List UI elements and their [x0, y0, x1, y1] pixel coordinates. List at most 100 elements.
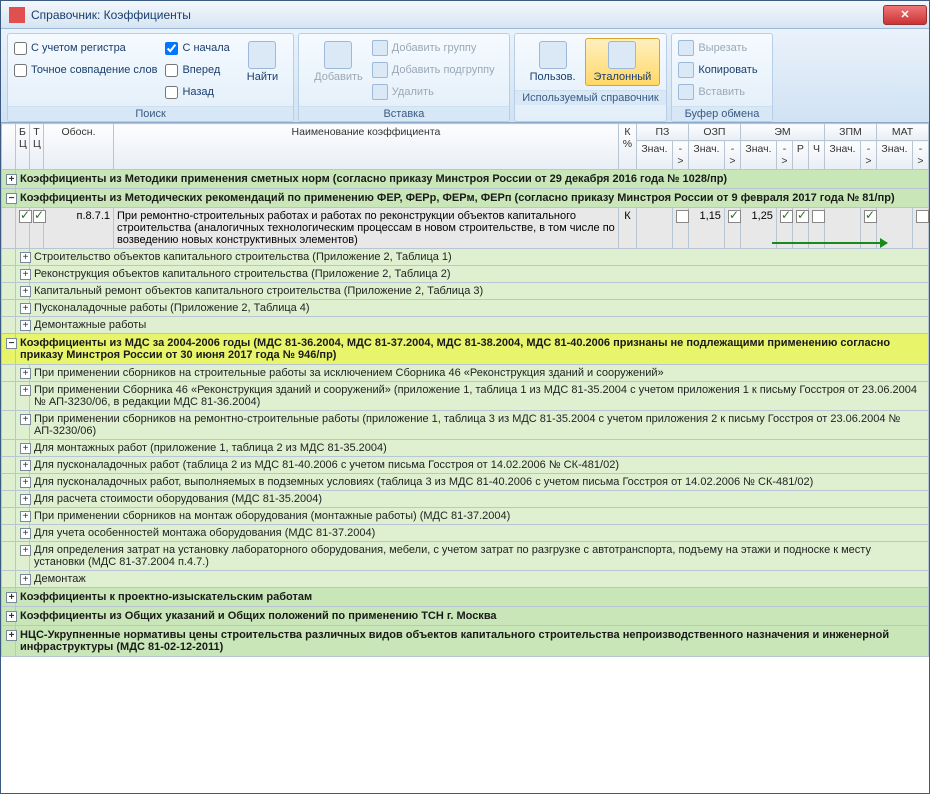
binoculars-icon [248, 41, 276, 69]
expand-icon[interactable]: + [6, 630, 17, 641]
subgroup-row[interactable]: +Капитальный ремонт объектов капитальног… [2, 283, 929, 300]
checkbox[interactable] [916, 210, 929, 223]
expand-icon[interactable]: + [20, 252, 31, 263]
expand-icon[interactable]: + [20, 460, 31, 471]
subgroup-row[interactable]: +При применении сборников на строительны… [2, 365, 929, 382]
expand-icon[interactable]: + [6, 174, 17, 185]
annotation-arrow [772, 242, 887, 244]
reference-window: Справочник: Коэффициенты ✕ С учетом реги… [0, 0, 930, 794]
cell-ozp: 1,15 [688, 208, 724, 249]
cell-obosn: п.8.7.1 [44, 208, 114, 249]
checkbox[interactable] [676, 210, 689, 223]
checkbox[interactable] [780, 210, 793, 223]
expand-icon[interactable]: + [20, 385, 31, 396]
ribbon-group-clipboard: Вырезать Копировать Вставить Буфер обмен… [671, 33, 772, 122]
checkbox[interactable] [796, 210, 809, 223]
checkbox[interactable] [864, 210, 877, 223]
reference-ref-button[interactable]: Эталонный [585, 38, 661, 86]
titlebar: Справочник: Коэффициенты ✕ [1, 1, 929, 29]
checkbox[interactable] [728, 210, 741, 223]
col-obosn[interactable]: Обосн. [44, 124, 114, 170]
subgroup-row[interactable]: +При применении сборников на ремонтно-ст… [2, 411, 929, 440]
checkbox[interactable] [812, 210, 825, 223]
copy-button[interactable]: Копировать [678, 60, 757, 80]
subgroup-row[interactable]: +Для учета особенностей монтажа оборудов… [2, 525, 929, 542]
expand-icon[interactable]: + [20, 528, 31, 539]
collapse-icon[interactable]: − [6, 338, 17, 349]
ribbon: С учетом регистра Точное совпадение слов… [1, 29, 929, 123]
expand-icon[interactable]: + [20, 477, 31, 488]
app-icon [9, 7, 25, 23]
subgroup-row[interactable]: +При применении Сборника 46 «Реконструкц… [2, 382, 929, 411]
subgroup-row[interactable]: +Для расчета стоимости оборудования (МДС… [2, 491, 929, 508]
collapse-icon[interactable]: − [6, 193, 17, 204]
add-subgroup-button: Добавить подгруппу [372, 60, 495, 80]
group-row[interactable]: +Коэффициенты из Общих указаний и Общих … [2, 607, 929, 626]
expand-icon[interactable]: + [6, 611, 17, 622]
expand-icon[interactable]: + [20, 368, 31, 379]
group-row-highlight[interactable]: −Коэффициенты из МДС за 2004-2006 годы (… [2, 334, 929, 365]
paste-button: Вставить [678, 82, 757, 102]
expand-icon[interactable]: + [20, 545, 31, 556]
expand-icon[interactable]: + [20, 494, 31, 505]
subgroup-row[interactable]: +Строительство объектов капитального стр… [2, 249, 929, 266]
group-row[interactable]: +Коэффициенты к проектно-изыскательским … [2, 588, 929, 607]
subgroup-row[interactable]: +Для монтажных работ (приложение 1, табл… [2, 440, 929, 457]
scissors-icon [678, 40, 694, 56]
cell-name: При ремонтно-строительных работах и рабо… [114, 208, 619, 249]
opt-back[interactable]: Назад [165, 82, 229, 102]
col-kpct[interactable]: К % [618, 124, 636, 170]
delete-button: Удалить [372, 82, 495, 102]
subgroup-row[interactable]: +Демонтажные работы [2, 317, 929, 334]
subgroup-row[interactable]: +Для пусконаладочных работ (таблица 2 из… [2, 457, 929, 474]
opt-forward[interactable]: Вперед [165, 60, 229, 80]
col-name[interactable]: Наименование коэффициента [114, 124, 619, 170]
col-ozp[interactable]: ОЗП [688, 124, 740, 141]
expand-icon[interactable]: + [20, 320, 31, 331]
user-ref-button[interactable]: Пользов. [521, 38, 585, 86]
group-row[interactable]: +НЦС-Укрупненные нормативы цены строител… [2, 626, 929, 657]
col-zpm[interactable]: ЗПМ [824, 124, 876, 141]
cut-button: Вырезать [678, 38, 757, 58]
subgroup-row[interactable]: +Демонтаж [2, 571, 929, 588]
col-mat[interactable]: МАТ [877, 124, 929, 141]
opt-exact[interactable]: Точное совпадение слов [14, 60, 157, 80]
subgroup-row[interactable]: +При применении сборников на монтаж обор… [2, 508, 929, 525]
cell-k: К [618, 208, 636, 249]
expand-icon[interactable]: + [20, 511, 31, 522]
col-b[interactable]: Б Ц [16, 124, 30, 170]
expand-icon[interactable]: + [20, 574, 31, 585]
subgroup-row[interactable]: +Для пусконаладочных работ, выполняемых … [2, 474, 929, 491]
find-button[interactable]: Найти [238, 38, 287, 86]
subgroup-row[interactable]: +Для определения затрат на установку лаб… [2, 542, 929, 571]
expand-icon[interactable]: + [20, 303, 31, 314]
checkbox-b[interactable] [19, 210, 32, 223]
col-pz[interactable]: ПЗ [636, 124, 688, 141]
expand-icon[interactable]: + [20, 269, 31, 280]
book-user-icon [539, 41, 567, 69]
window-title: Справочник: Коэффициенты [31, 8, 883, 22]
group-row[interactable]: −Коэффициенты из Методических рекомендац… [2, 189, 929, 208]
group-label-refbook: Используемый справочник [515, 90, 667, 105]
add-group-button: Добавить группу [372, 38, 495, 58]
subgroup-row[interactable]: +Пусконаладочные работы (Приложение 2, Т… [2, 300, 929, 317]
expand-icon[interactable]: + [20, 286, 31, 297]
checkbox-t[interactable] [33, 210, 46, 223]
plus-subfolder-icon [372, 62, 388, 78]
expand-icon[interactable]: + [6, 592, 17, 603]
group-label-search: Поиск [8, 106, 293, 121]
expand-icon[interactable]: + [20, 443, 31, 454]
ribbon-group-refbook: Пользов. Эталонный Используемый справочн… [514, 33, 668, 122]
coefficients-table: Б Ц Т Ц Обосн. Наименование коэффициента… [1, 123, 929, 657]
subgroup-row[interactable]: +Реконструкция объектов капитального стр… [2, 266, 929, 283]
col-em[interactable]: ЭМ [740, 124, 824, 141]
group-row[interactable]: +Коэффициенты из Методики применения сме… [2, 170, 929, 189]
col-t[interactable]: Т Ц [30, 124, 44, 170]
opt-fromstart[interactable]: С начала [165, 38, 229, 58]
copy-icon [678, 62, 694, 78]
grid-area: Б Ц Т Ц Обосн. Наименование коэффициента… [1, 123, 929, 793]
expand-icon[interactable]: + [20, 414, 31, 425]
book-reference-icon [608, 41, 636, 69]
opt-register[interactable]: С учетом регистра [14, 38, 157, 58]
close-button[interactable]: ✕ [883, 5, 927, 25]
